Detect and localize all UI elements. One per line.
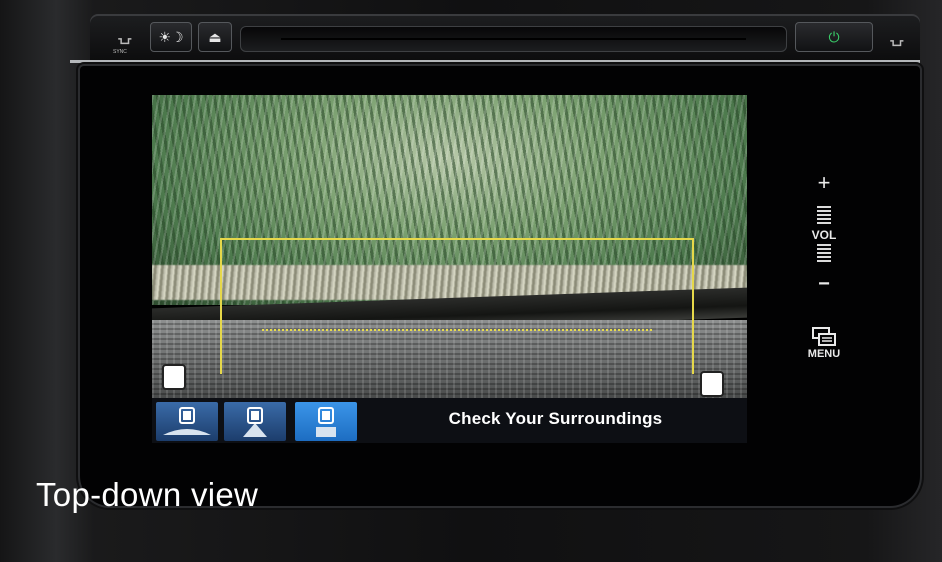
- bumper-corner-left: [162, 364, 186, 390]
- power-button[interactable]: ⏻: [795, 22, 873, 52]
- menu-button[interactable]: MENU: [800, 348, 848, 360]
- top-down-view-icon: [316, 406, 336, 437]
- volume-bars-lower: [817, 244, 831, 264]
- menu-icon[interactable]: [807, 325, 841, 349]
- normal-view-icon: [243, 406, 267, 437]
- brightness-button[interactable]: ☀☽: [150, 22, 192, 52]
- camera-feed: [152, 95, 747, 398]
- parking-guide-line: [220, 238, 694, 374]
- camera-warning-message: Check Your Surroundings: [448, 409, 663, 428]
- wide-view-icon: [163, 406, 211, 435]
- rear-camera-screen: Check Your Surroundings: [152, 95, 747, 443]
- top-down-view-button[interactable]: [295, 402, 357, 441]
- brightness-icon: ☀☽: [158, 28, 184, 45]
- eject-button[interactable]: ⏏: [198, 22, 232, 52]
- aux-port-icon: ⍽: [890, 26, 904, 46]
- volume-bars-upper: [817, 206, 831, 226]
- caption-text: Top-down view: [36, 476, 259, 513]
- power-icon: ⏻: [828, 28, 840, 45]
- parking-guide-dotted-line: [262, 329, 652, 331]
- volume-up-button[interactable]: +: [807, 170, 841, 196]
- volume-label: VOL: [811, 228, 837, 242]
- normal-view-button[interactable]: [224, 402, 286, 441]
- bumper-corner-right: [700, 371, 724, 397]
- camera-view-bar: Check Your Surroundings: [152, 398, 747, 443]
- chrome-trim: [70, 60, 920, 63]
- wide-view-button[interactable]: [156, 402, 218, 441]
- usb-icon: ⍽: [118, 24, 132, 44]
- sync-label: SYNC: [113, 49, 127, 55]
- eject-icon: ⏏: [208, 28, 222, 45]
- disc-slot: [240, 26, 787, 52]
- volume-down-button[interactable]: −: [807, 273, 841, 296]
